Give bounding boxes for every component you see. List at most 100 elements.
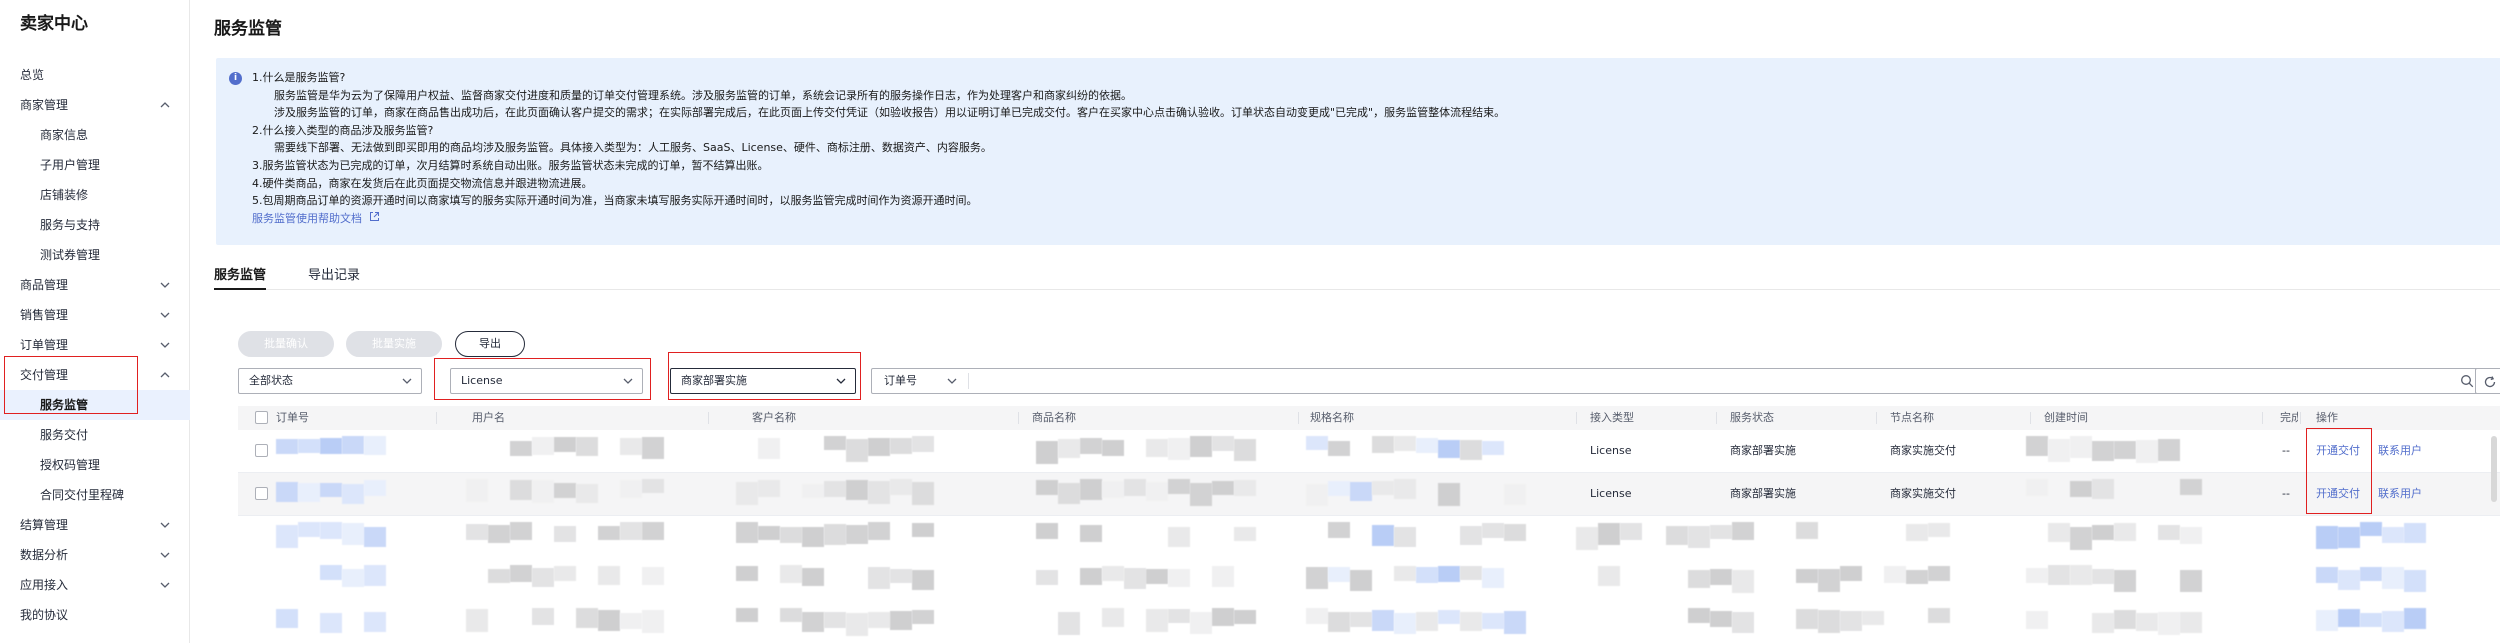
redacted-block <box>1688 608 1710 623</box>
sidebar-item-label: 结算管理 <box>20 518 69 532</box>
sidebar-item-contract-milestones[interactable]: 合同交付里程碑 <box>0 480 190 510</box>
sidebar-item-overview[interactable]: 总览 <box>0 60 190 90</box>
table-header: 订单号 用户名 客户名称 商品名称 规格名称 接入类型 服务状态 节点名称 创建… <box>238 406 2500 430</box>
redacted-block <box>2360 613 2382 627</box>
redacted-block <box>1862 611 1884 625</box>
redacted-block <box>1168 569 1190 587</box>
redacted-block <box>802 484 824 498</box>
sidebar-item-label: 服务与支持 <box>40 218 101 232</box>
chevron-down-icon <box>158 570 172 600</box>
sidebar-item-merchant-info[interactable]: 商家信息 <box>0 120 190 150</box>
cell-node-name: 商家实施交付 <box>1890 444 1956 457</box>
column-header-service-status: 服务状态 <box>1730 411 1774 424</box>
sidebar-item-license-codes[interactable]: 授权码管理 <box>0 450 190 480</box>
redacted-block <box>1732 612 1754 633</box>
redacted-block <box>1234 610 1256 624</box>
status-select-value: 全部状态 <box>249 374 293 387</box>
redacted-block <box>1350 570 1372 591</box>
redacted-block <box>2136 440 2158 463</box>
sidebar-item-merchant[interactable]: 商家管理 <box>0 90 190 120</box>
sidebar-item-service-delivery[interactable]: 服务交付 <box>0 420 190 450</box>
redacted-block <box>736 566 758 581</box>
redacted-block <box>642 479 664 493</box>
redacted-block <box>846 439 868 462</box>
redacted-block <box>846 480 868 500</box>
redacted-block <box>1438 566 1460 582</box>
redacted-block <box>620 522 642 540</box>
select-all-checkbox[interactable] <box>255 411 268 424</box>
redacted-block <box>576 484 598 503</box>
sidebar-item-label: 订单管理 <box>20 338 69 352</box>
search-field-select[interactable]: 订单号 <box>872 369 968 393</box>
redacted-block <box>912 523 934 537</box>
column-divider <box>436 412 437 424</box>
sidebar-item-app-access[interactable]: 应用接入 <box>0 570 190 600</box>
redacted-block <box>1168 438 1190 460</box>
cell-completed: -- <box>2282 444 2290 457</box>
search-icon[interactable] <box>2460 374 2474 388</box>
redacted-block <box>2360 567 2382 581</box>
column-header-product-name: 商品名称 <box>1032 411 1076 424</box>
redacted-block <box>1818 569 1840 592</box>
highlight-box-access-type <box>434 358 651 400</box>
redacted-block <box>1710 525 1732 539</box>
sidebar-item-settlement[interactable]: 结算管理 <box>0 510 190 540</box>
batch-confirm-button[interactable]: 批量确认 <box>238 331 334 357</box>
redacted-block <box>1840 611 1862 631</box>
external-link-icon[interactable] <box>369 210 380 228</box>
help-doc-link[interactable]: 服务监管使用帮助文档 <box>252 212 362 225</box>
column-header-username: 用户名 <box>472 411 505 424</box>
sidebar-item-test-coupons[interactable]: 测试券管理 <box>0 240 190 270</box>
redacted-block <box>1058 612 1080 635</box>
contact-user-link[interactable]: 联系用户 <box>2378 430 2422 472</box>
redacted-block <box>1190 483 1212 506</box>
redacted-block <box>736 482 758 505</box>
redacted-block <box>1080 568 1102 585</box>
redacted-block <box>1080 438 1102 454</box>
redacted-block <box>2382 567 2404 589</box>
redacted-block <box>1438 440 1460 458</box>
redacted-block <box>1688 526 1710 548</box>
column-header-spec-name: 规格名称 <box>1310 411 1354 424</box>
redacted-block <box>2404 608 2426 629</box>
redacted-block <box>2026 568 2048 583</box>
redacted-block <box>1372 436 1394 453</box>
sidebar-item-analytics[interactable]: 数据分析 <box>0 540 190 570</box>
sidebar-item-service-support[interactable]: 服务与支持 <box>0 210 190 240</box>
cell-access-type: License <box>1590 487 1632 500</box>
row-checkbox[interactable] <box>255 487 268 500</box>
notice-panel: i 1.什么是服务监管? 服务监管是华为云为了保障用户权益、监督商家交付进度和质… <box>216 58 2500 245</box>
redacted-block <box>1504 484 1526 505</box>
row-checkbox[interactable] <box>255 444 268 457</box>
redacted-block <box>1350 482 1372 501</box>
sidebar-nav: 总览 商家管理 商家信息 子用户管理 店铺装修 服务与支持 测试券管理 商品管理… <box>0 60 190 630</box>
sidebar-item-my-agreements[interactable]: 我的协议 <box>0 600 190 630</box>
redacted-block <box>890 569 912 583</box>
redacted-block <box>1732 570 1754 593</box>
export-button[interactable]: 导出 <box>455 331 525 357</box>
sidebar-item-shop-decoration[interactable]: 店铺装修 <box>0 180 190 210</box>
redacted-block <box>2180 479 2202 495</box>
refresh-button[interactable] <box>2475 368 2500 394</box>
tab-service-supervision[interactable]: 服务监管 <box>214 264 267 290</box>
redacted-block <box>320 613 342 633</box>
redacted-block <box>2158 525 2180 540</box>
redacted-block <box>2026 436 2048 456</box>
status-select[interactable]: 全部状态 <box>238 368 422 394</box>
redacted-block <box>1576 527 1598 550</box>
sidebar-item-sub-users[interactable]: 子用户管理 <box>0 150 190 180</box>
redacted-block <box>1328 567 1350 582</box>
tab-export-records[interactable]: 导出记录 <box>308 264 360 290</box>
column-divider <box>1716 412 1717 424</box>
contact-user-link[interactable]: 联系用户 <box>2378 473 2422 515</box>
sidebar-item-products[interactable]: 商品管理 <box>0 270 190 300</box>
search-input[interactable] <box>972 370 2432 392</box>
redacted-block <box>780 608 802 622</box>
redacted-block <box>620 438 642 455</box>
redacted-block <box>912 482 934 505</box>
info-icon: i <box>229 72 242 85</box>
sidebar-item-sales[interactable]: 销售管理 <box>0 300 190 330</box>
notice-line: 5.包周期商品订单的资源开通时间以商家填写的服务实际开通时间为准，当商家未填写服… <box>252 194 978 208</box>
batch-implement-button[interactable]: 批量实施 <box>346 331 442 357</box>
redacted-block <box>1818 610 1840 633</box>
